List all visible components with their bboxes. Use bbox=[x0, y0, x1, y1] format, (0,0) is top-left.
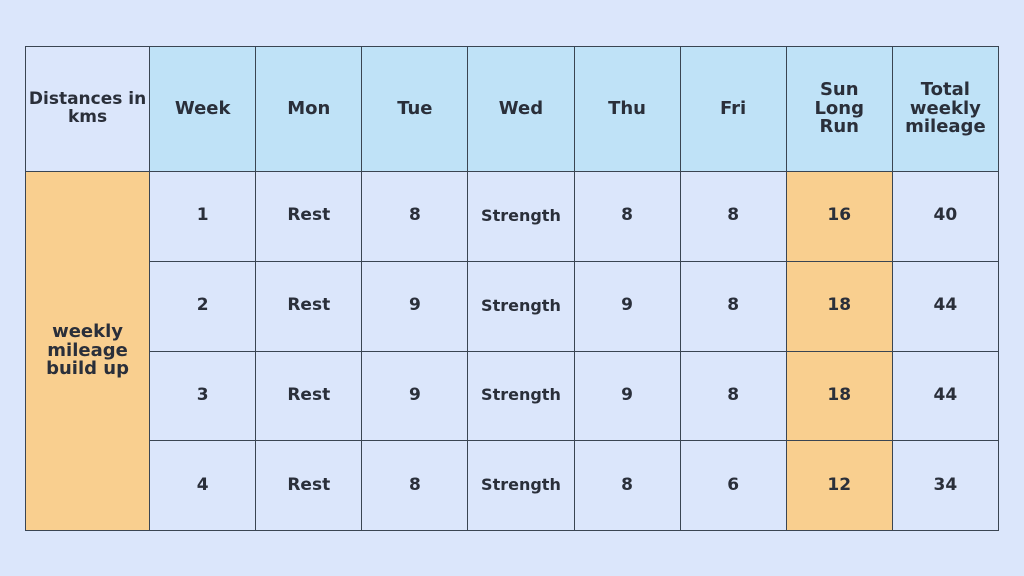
cell-mon: Rest bbox=[255, 260, 363, 352]
cell-tue: 9 bbox=[361, 350, 469, 442]
corner-label: Distances in kms bbox=[24, 46, 151, 172]
header-week: Week bbox=[149, 46, 257, 172]
table-row: 3 Rest 9 Strength 9 8 18 44 bbox=[26, 350, 1000, 442]
cell-fri: 8 bbox=[679, 350, 787, 442]
weekly-mileage-table: Distances in kms Week Mon Tue Wed Thu Fr… bbox=[24, 46, 1000, 531]
table-row: weekly mileage build up 1 Rest 8 Strengt… bbox=[24, 171, 1000, 531]
cell-wed: Strength bbox=[467, 171, 575, 262]
header-thu: Thu bbox=[573, 46, 681, 172]
cell-sun-long-run: 18 bbox=[785, 350, 893, 442]
cell-tue: 8 bbox=[361, 171, 469, 262]
cell-sun-long-run: 16 bbox=[785, 171, 893, 262]
cell-wed: Strength bbox=[467, 440, 575, 531]
cell-fri: 8 bbox=[679, 171, 787, 262]
cell-tue: 8 bbox=[361, 440, 469, 531]
header-total-weekly-mileage: Total weekly mileage bbox=[891, 46, 1000, 172]
cell-week: 1 bbox=[149, 171, 257, 262]
cell-total: 44 bbox=[891, 350, 1000, 442]
cell-thu: 8 bbox=[573, 171, 681, 262]
cell-fri: 6 bbox=[679, 440, 787, 531]
cell-thu: 9 bbox=[573, 350, 681, 442]
header-row: Distances in kms Week Mon Tue Wed Thu Fr… bbox=[24, 46, 1000, 172]
cell-mon: Rest bbox=[255, 350, 363, 442]
cell-mon: Rest bbox=[255, 440, 363, 531]
cell-sun-long-run: 18 bbox=[785, 260, 893, 352]
header-wed: Wed bbox=[467, 46, 575, 172]
header-mon: Mon bbox=[255, 46, 363, 172]
cell-thu: 8 bbox=[573, 440, 681, 531]
cell-week: 3 bbox=[149, 350, 257, 442]
cell-sun-long-run: 12 bbox=[785, 440, 893, 531]
cell-total: 44 bbox=[891, 260, 1000, 352]
header-tue: Tue bbox=[361, 46, 469, 172]
cell-thu: 9 bbox=[573, 260, 681, 352]
row-group-label: weekly mileage build up bbox=[24, 171, 151, 531]
cell-total: 40 bbox=[891, 171, 1000, 262]
table-row: 2 Rest 9 Strength 9 8 18 44 bbox=[26, 260, 1000, 352]
cell-tue: 9 bbox=[361, 260, 469, 352]
header-fri: Fri bbox=[679, 46, 787, 172]
cell-mon: Rest bbox=[255, 171, 363, 262]
cell-total: 34 bbox=[891, 440, 1000, 531]
cell-week: 4 bbox=[149, 440, 257, 531]
cell-fri: 8 bbox=[679, 260, 787, 352]
cell-wed: Strength bbox=[467, 350, 575, 442]
cell-wed: Strength bbox=[467, 260, 575, 352]
header-sun-long-run: Sun Long Run bbox=[785, 46, 893, 172]
cell-week: 2 bbox=[149, 260, 257, 352]
table-row: 4 Rest 8 Strength 8 6 12 34 bbox=[26, 440, 1000, 531]
